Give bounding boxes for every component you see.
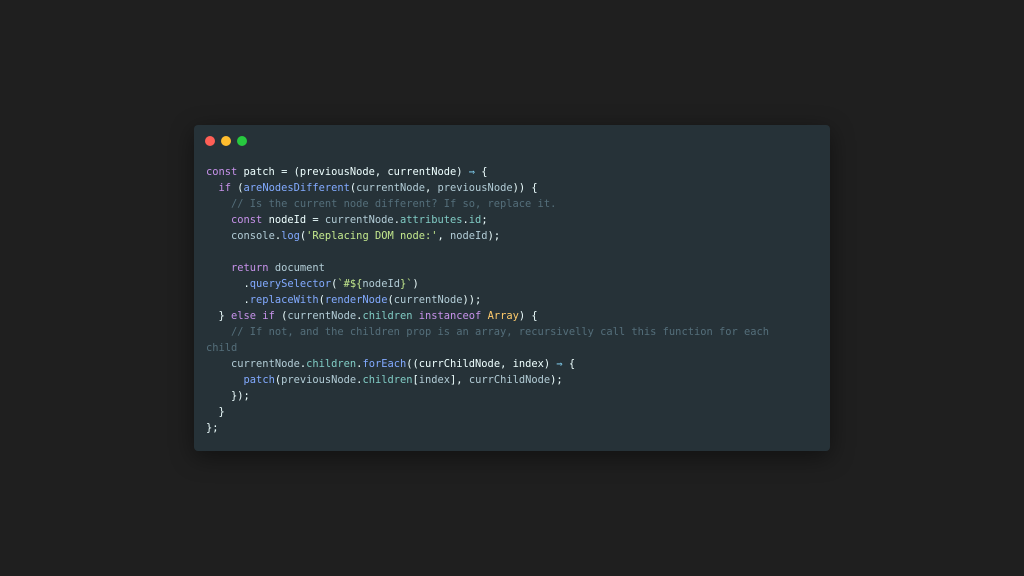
- code-token: patch: [243, 374, 275, 386]
- code-block: const patch = (previousNode, currentNode…: [206, 164, 818, 436]
- code-line: // If not, and the children prop is an a…: [206, 324, 818, 340]
- code-line: // Is the current node different? If so,…: [206, 196, 818, 212]
- code-token: .: [206, 294, 250, 306]
- code-line: .replaceWith(renderNode(currentNode));: [206, 292, 818, 308]
- code-token: (: [274, 310, 288, 322]
- code-window: const patch = (previousNode, currentNode…: [194, 125, 830, 451]
- code-token: currentNode: [324, 214, 394, 226]
- code-token: (: [231, 182, 244, 194]
- code-token: );: [487, 230, 501, 242]
- code-token: ,: [425, 182, 438, 194]
- code-token: patch = (previousNode, currentNode): [237, 166, 469, 178]
- code-token: return: [231, 262, 269, 274]
- minimize-dot-icon[interactable]: [221, 136, 231, 146]
- code-line: console.log('Replacing DOM node:', nodeI…: [206, 228, 818, 244]
- code-token: `#${: [337, 278, 363, 290]
- code-token: previousNode: [281, 374, 357, 386]
- code-token: ,: [437, 230, 451, 242]
- code-token: ) {: [518, 310, 538, 322]
- code-line: };: [206, 420, 818, 436]
- code-token: currentNode: [231, 358, 300, 370]
- code-token: console: [231, 230, 275, 242]
- code-token: ;: [481, 214, 488, 226]
- code-token: renderNode: [324, 294, 388, 306]
- code-line: [206, 244, 818, 260]
- code-token: nodeId: [450, 230, 488, 242]
- code-token: const: [231, 214, 263, 226]
- zoom-dot-icon[interactable]: [237, 136, 247, 146]
- code-token: ): [412, 278, 419, 290]
- code-token: // Is the current node different? If so,…: [231, 198, 557, 210]
- code-token: child: [206, 342, 238, 354]
- code-token: currentNode: [356, 182, 425, 194]
- code-token: else if: [231, 310, 275, 322]
- code-token: replaceWith: [249, 294, 319, 306]
- code-token: id: [468, 214, 482, 226]
- code-token: 'Replacing DOM node:': [306, 230, 438, 242]
- code-token: {: [475, 166, 488, 178]
- code-token: log: [281, 230, 300, 242]
- code-token: currentNode: [393, 294, 463, 306]
- code-line: } else if (currentNode.children instance…: [206, 308, 818, 324]
- code-line: child: [206, 340, 818, 356]
- window-controls: [205, 136, 247, 146]
- code-token: forEach: [362, 358, 407, 370]
- code-token: nodeId: [362, 278, 400, 290]
- code-token: const: [206, 166, 238, 178]
- code-token: instanceof: [418, 310, 482, 322]
- code-line: }: [206, 404, 818, 420]
- code-token: querySelector: [249, 278, 332, 290]
- code-token: // If not, and the children prop is an a…: [231, 326, 770, 338]
- code-token: areNodesDifferent: [243, 182, 350, 194]
- code-token: {: [562, 358, 576, 370]
- code-token: );: [550, 374, 563, 386]
- code-token: }: [206, 310, 232, 322]
- code-token: ));: [462, 294, 482, 306]
- code-token: if: [218, 182, 232, 194]
- code-token: }: [206, 406, 225, 418]
- code-token: Array: [487, 310, 519, 322]
- code-token: .: [206, 278, 250, 290]
- code-token: attributes: [399, 214, 463, 226]
- code-token: document: [274, 262, 325, 274]
- code-token: children: [362, 374, 413, 386]
- code-token: });: [206, 390, 250, 402]
- code-token: previousNode: [437, 182, 513, 194]
- code-token: currChildNode: [468, 374, 551, 386]
- close-dot-icon[interactable]: [205, 136, 215, 146]
- code-token: )) {: [512, 182, 538, 194]
- code-line: return document: [206, 260, 818, 276]
- code-line: .querySelector(`#${nodeId}`): [206, 276, 818, 292]
- code-line: currentNode.children.forEach((currChildN…: [206, 356, 818, 372]
- code-line: });: [206, 388, 818, 404]
- code-line: if (areNodesDifferent(currentNode, previ…: [206, 180, 818, 196]
- code-token: children: [306, 358, 357, 370]
- code-line: const patch = (previousNode, currentNode…: [206, 164, 818, 180]
- code-token: ((currChildNode, index): [406, 358, 557, 370]
- code-line: const nodeId = currentNode.attributes.id…: [206, 212, 818, 228]
- code-token: children: [362, 310, 413, 322]
- code-line: patch(previousNode.children[index], curr…: [206, 372, 818, 388]
- code-token: nodeId =: [262, 214, 325, 226]
- code-token: currentNode: [287, 310, 357, 322]
- code-token: ],: [450, 374, 469, 386]
- code-token: }`: [399, 278, 413, 290]
- code-token: index: [418, 374, 451, 386]
- code-token: };: [206, 422, 219, 434]
